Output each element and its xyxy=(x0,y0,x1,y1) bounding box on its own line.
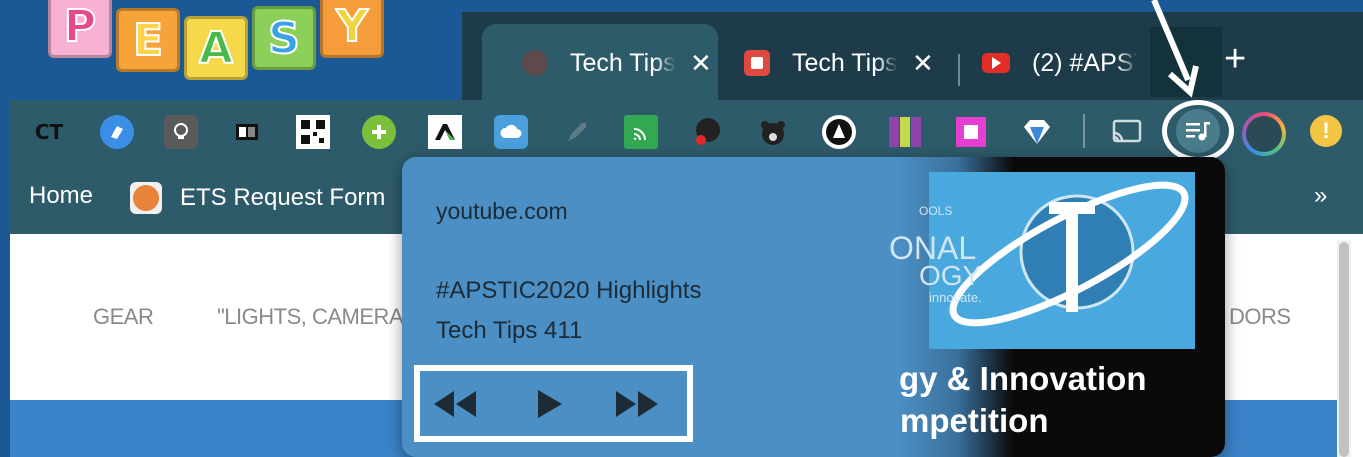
bookmark-label: ETS Request Form xyxy=(180,184,386,211)
peasy-logo: P E A S Y xyxy=(48,0,384,80)
fast-forward-icon xyxy=(616,391,658,417)
global-media-controls-popup: youtube.com #APSTIC2020 Highlights Tech … xyxy=(402,157,1225,457)
bookmarks-overflow-chevron-icon[interactable]: » xyxy=(1314,182,1327,210)
next-track-button[interactable] xyxy=(614,389,660,424)
rewind-icon xyxy=(434,391,476,417)
youtube-icon xyxy=(982,53,1010,73)
qr-code-icon[interactable] xyxy=(296,115,330,149)
plus-circle-icon[interactable] xyxy=(362,115,396,149)
logo-block: A xyxy=(184,16,248,80)
previous-track-button[interactable] xyxy=(432,389,478,424)
cast-sheet-icon[interactable] xyxy=(624,115,658,149)
bookmark-ets-request-form[interactable]: ETS Request Form xyxy=(130,182,385,214)
nav-link-gear[interactable]: GEAR xyxy=(93,304,154,330)
tab-strip: Tech Tips ✕ Tech Tips ✕ (2) #APSTIC2020 … xyxy=(462,12,1363,102)
logo-block: S xyxy=(252,6,316,70)
pen-icon[interactable] xyxy=(822,115,856,149)
square-icon[interactable] xyxy=(954,115,988,149)
tab-title: Tech Tips xyxy=(570,48,676,77)
artwork-text: OOLS xyxy=(919,204,953,218)
lambda-icon[interactable] xyxy=(428,115,462,149)
tab-youtube[interactable]: (2) #APSTIC2020 Highlights xyxy=(982,24,1152,102)
tab-tech-tips-active[interactable]: Tech Tips ✕ xyxy=(482,24,718,102)
bookmark-label: Home xyxy=(29,182,94,209)
new-tab-button[interactable]: + xyxy=(1224,40,1246,78)
toolbar-divider xyxy=(1083,114,1085,148)
ets-form-icon xyxy=(130,182,162,214)
cast-icon[interactable] xyxy=(1110,115,1144,149)
globe-icon xyxy=(522,50,548,76)
artwork-text: innovate. xyxy=(929,290,982,305)
media-control-button[interactable] xyxy=(1162,100,1234,162)
diamond-icon[interactable] xyxy=(1020,115,1054,149)
artwork-text: OGY xyxy=(919,260,982,291)
cloud-red-icon[interactable] xyxy=(690,115,724,149)
tech-tips-favicon-icon xyxy=(744,50,770,76)
tab-title: (2) #APSTIC2020 Highlights xyxy=(1032,48,1138,77)
logo-block: E xyxy=(116,8,180,72)
shield-icon[interactable] xyxy=(100,115,134,149)
cloud-icon[interactable] xyxy=(494,115,528,149)
play-button[interactable] xyxy=(536,389,564,424)
close-tab-icon[interactable]: ✕ xyxy=(690,48,712,79)
nav-link-outdoors[interactable]: DORS xyxy=(1229,304,1291,330)
bulb-icon[interactable] xyxy=(164,115,198,149)
media-title: #APSTIC2020 Highlights xyxy=(436,277,702,304)
artwork-graphic: ONAL OGY OOLS innovate. xyxy=(889,172,1195,349)
annotation-arrow xyxy=(1151,0,1199,98)
avatar-inner xyxy=(1246,116,1282,152)
play-icon xyxy=(538,390,562,418)
bookmark-home[interactable]: Home xyxy=(29,182,93,210)
bear-icon[interactable] xyxy=(756,115,790,149)
update-alert-icon[interactable]: ! xyxy=(1310,115,1342,147)
profile-avatar[interactable] xyxy=(1242,112,1286,156)
artwork-caption: mpetition xyxy=(900,402,1049,439)
logo-block: P xyxy=(48,0,112,58)
media-source: youtube.com xyxy=(436,198,568,224)
columns-icon[interactable] xyxy=(888,115,922,149)
page-scrollbar[interactable] xyxy=(1337,240,1351,457)
media-artist: Tech Tips 411 xyxy=(436,317,583,344)
tab-separator xyxy=(958,54,960,86)
artwork-caption: gy & Innovation xyxy=(899,360,1147,397)
scrollbar-thumb[interactable] xyxy=(1339,242,1349,457)
reader-icon[interactable] xyxy=(230,115,264,149)
close-tab-icon[interactable]: ✕ xyxy=(912,48,934,79)
extensions-toolbar: CT ! xyxy=(10,100,1363,164)
rocket-icon[interactable] xyxy=(560,115,594,149)
media-queue-icon xyxy=(1176,109,1220,153)
tab-title: Tech Tips xyxy=(792,48,898,77)
logo-block: Y xyxy=(320,0,384,58)
nav-link-lights-camera[interactable]: "LIGHTS, CAMERA, xyxy=(217,304,409,330)
ct-icon[interactable]: CT xyxy=(32,115,66,149)
tab-tech-tips[interactable]: Tech Tips ✕ xyxy=(742,24,942,102)
